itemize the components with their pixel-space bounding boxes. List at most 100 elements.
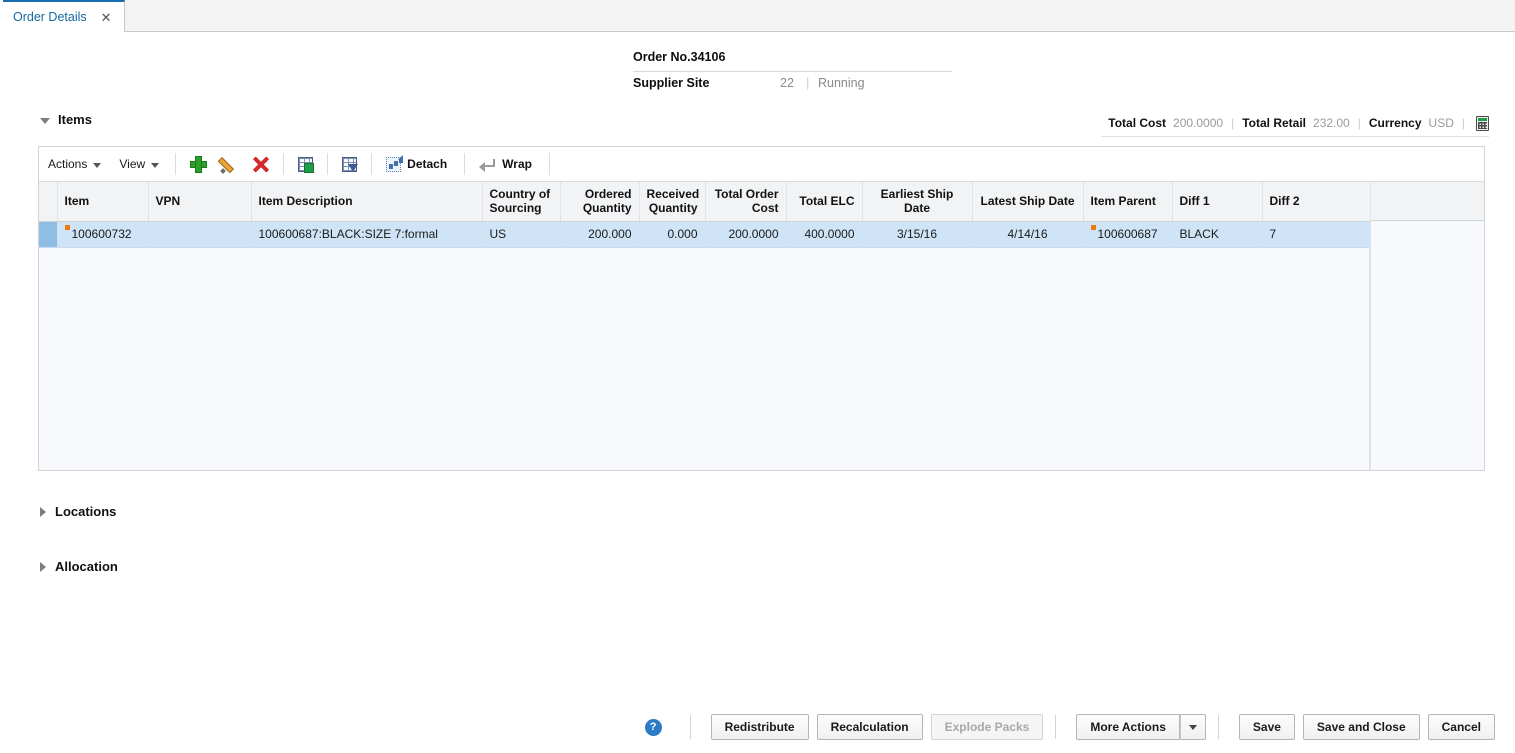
toolbar-divider	[464, 153, 465, 175]
footer-divider	[1055, 715, 1056, 739]
calculator-icon[interactable]	[1476, 116, 1489, 131]
help-icon[interactable]: ?	[645, 719, 662, 736]
totals-separator-1: |	[1231, 116, 1234, 130]
column-header-diff-2[interactable]: Diff 2	[1262, 182, 1370, 221]
plus-icon	[190, 156, 207, 173]
totals-separator-3: |	[1462, 116, 1465, 130]
cell-ordered-quantity[interactable]: 200.000	[560, 221, 639, 247]
cell-item-description[interactable]: 100600687:BLACK:SIZE 7:formal	[251, 221, 482, 247]
add-row-button[interactable]	[183, 151, 214, 177]
cell-item[interactable]: 100600732	[57, 221, 148, 247]
cell-item-parent[interactable]: 100600687	[1083, 221, 1172, 247]
more-actions-dropdown-toggle[interactable]	[1180, 714, 1206, 740]
section-header-items[interactable]: Items	[40, 112, 92, 127]
chevron-down-icon[interactable]	[40, 118, 50, 124]
delete-row-button[interactable]	[245, 151, 276, 177]
tab-order-details-label: Order Details	[13, 10, 87, 24]
toolbar-divider	[283, 153, 284, 175]
column-header-vpn[interactable]: VPN	[148, 182, 251, 221]
column-header-item-description[interactable]: Item Description	[251, 182, 482, 221]
save-and-close-button[interactable]: Save and Close	[1303, 714, 1420, 740]
column-header-ordered-quantity[interactable]: Ordered Quantity	[560, 182, 639, 221]
cell-country-of-sourcing[interactable]: US	[482, 221, 560, 247]
chevron-down-icon	[1189, 725, 1197, 730]
cancel-button[interactable]: Cancel	[1428, 714, 1495, 740]
delete-x-icon	[252, 156, 269, 173]
cell-item-parent-value: 100600687	[1098, 227, 1158, 241]
cell-vpn[interactable]	[148, 221, 251, 247]
view-menu-label: View	[119, 157, 145, 171]
explode-packs-button: Explode Packs	[931, 714, 1044, 740]
items-table-empty-area	[39, 248, 1370, 470]
status-badge: Running	[818, 76, 865, 90]
actions-menu-label: Actions	[48, 157, 87, 171]
chevron-right-icon[interactable]	[40, 507, 46, 517]
tab-order-details[interactable]: Order Details ✕	[3, 0, 125, 32]
wrap-button[interactable]: Wrap	[472, 151, 542, 177]
cell-item-value: 100600732	[72, 227, 132, 241]
section-title-locations: Locations	[55, 504, 116, 519]
toolbar-divider	[327, 153, 328, 175]
dirty-marker-icon	[65, 225, 70, 230]
supplier-site-separator: |	[806, 75, 809, 90]
total-retail-label: Total Retail	[1242, 116, 1306, 130]
row-marker-header	[39, 182, 57, 221]
section-header-allocation[interactable]: Allocation	[40, 559, 118, 574]
section-header-locations[interactable]: Locations	[40, 504, 116, 519]
table-header-row: Item VPN Item Description Country of Sou…	[39, 182, 1370, 221]
detach-button-label: Detach	[407, 157, 447, 171]
table-row[interactable]: 100600732 100600687:BLACK:SIZE 7:formal …	[39, 221, 1370, 247]
export-to-excel-icon	[298, 157, 313, 172]
close-icon[interactable]: ✕	[101, 11, 112, 24]
column-header-earliest-ship-date[interactable]: Earliest Ship Date	[862, 182, 972, 221]
supplier-site-label: Supplier Site	[633, 76, 709, 90]
cell-latest-ship-date[interactable]: 4/14/16	[972, 221, 1083, 247]
more-actions-button[interactable]: More Actions	[1076, 714, 1180, 740]
edit-row-button[interactable]	[214, 151, 245, 177]
recalculation-button[interactable]: Recalculation	[817, 714, 923, 740]
dirty-marker-icon	[1091, 225, 1096, 230]
pencil-icon	[221, 156, 238, 173]
currency-value: USD	[1429, 116, 1454, 130]
items-table-container: Item VPN Item Description Country of Sou…	[39, 182, 1484, 470]
items-toolbar: Actions View Detach	[39, 147, 1484, 182]
query-by-example-button[interactable]	[335, 151, 364, 177]
toolbar-divider	[549, 153, 550, 175]
column-header-item-parent[interactable]: Item Parent	[1083, 182, 1172, 221]
redistribute-button[interactable]: Redistribute	[711, 714, 809, 740]
supplier-site-row: Supplier Site 22 | Running	[633, 72, 953, 96]
total-retail-value: 232.00	[1313, 116, 1350, 130]
page-title: Order No.34106	[633, 50, 725, 64]
actions-menu[interactable]: Actions	[39, 152, 110, 177]
total-cost-label: Total Cost	[1108, 116, 1166, 130]
cell-received-quantity[interactable]: 0.000	[639, 221, 705, 247]
chevron-right-icon[interactable]	[40, 562, 46, 572]
wrap-button-label: Wrap	[502, 157, 532, 171]
column-header-total-order-cost[interactable]: Total Order Cost	[705, 182, 786, 221]
column-header-received-quantity[interactable]: Received Quantity	[639, 182, 705, 221]
export-to-excel-button[interactable]	[291, 151, 320, 177]
column-header-total-elc[interactable]: Total ELC	[786, 182, 862, 221]
save-button[interactable]: Save	[1239, 714, 1295, 740]
footer-action-bar: ? Redistribute Recalculation Explode Pac…	[0, 705, 1515, 753]
toolbar-divider	[175, 153, 176, 175]
items-panel: Actions View Detach	[38, 146, 1485, 471]
cell-diff-2[interactable]: 7	[1262, 221, 1370, 247]
footer-divider	[690, 715, 691, 739]
cell-total-order-cost[interactable]: 200.0000	[705, 221, 786, 247]
view-menu[interactable]: View	[110, 152, 168, 177]
cell-diff-1[interactable]: BLACK	[1172, 221, 1262, 247]
column-header-latest-ship-date[interactable]: Latest Ship Date	[972, 182, 1083, 221]
total-cost-value: 200.0000	[1173, 116, 1223, 130]
column-header-country-of-sourcing[interactable]: Country of Sourcing	[482, 182, 560, 221]
cell-total-elc[interactable]: 400.0000	[786, 221, 862, 247]
totals-strip: Total Cost 200.0000 | Total Retail 232.0…	[1108, 114, 1489, 132]
totals-divider	[1101, 136, 1489, 137]
cell-earliest-ship-date[interactable]: 3/15/16	[862, 221, 972, 247]
column-header-diff-1[interactable]: Diff 1	[1172, 182, 1262, 221]
detach-button[interactable]: Detach	[379, 151, 457, 177]
section-title-allocation: Allocation	[55, 559, 118, 574]
chevron-down-icon	[151, 163, 159, 168]
order-header: Order No.34106 Supplier Site 22 | Runnin…	[633, 48, 953, 96]
column-header-item[interactable]: Item	[57, 182, 148, 221]
